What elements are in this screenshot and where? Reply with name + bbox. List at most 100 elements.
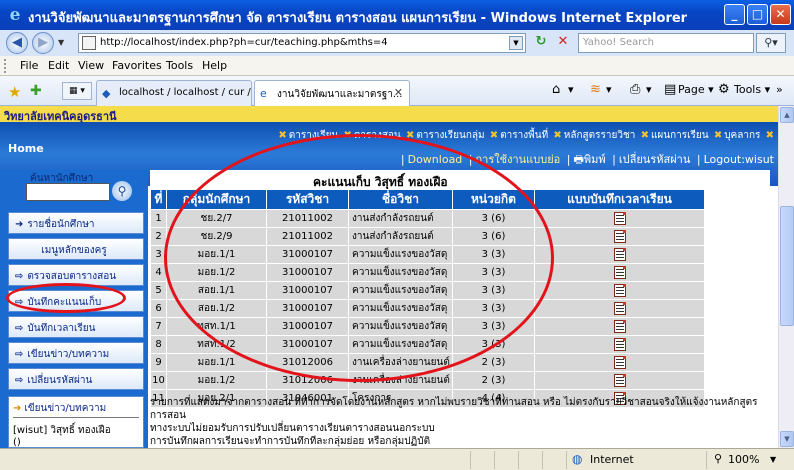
sidebar-item-label: รายชื่อนักศึกษา [27,219,95,230]
address-url: http://localhost/index.php?ph=cur/teachi… [100,37,388,48]
divider [13,417,139,418]
address-toolbar: ◀ ▶ ▼ http://localhost/index.php?ph=cur/… [0,30,794,56]
attendance-form-icon[interactable] [613,248,626,261]
attendance-form-icon[interactable] [613,284,626,297]
menu-file[interactable]: File [20,59,38,72]
address-dropdown-icon[interactable]: ▼ [509,36,523,50]
print-dropdown-icon[interactable]: ▾ [646,83,652,96]
page-icon: ▤ [664,82,677,97]
sidebar-item-change-password[interactable]: ⇨ เปลี่ยนรหัสผ่าน [8,368,144,390]
change-password-link[interactable]: เปลี่ยนรหัสผ่าน [619,153,690,166]
nav-staff[interactable]: บุคลากร [724,130,760,141]
nav-area-timetable[interactable]: ตารางพื้นที่ [500,130,548,141]
toolbar-overflow-icon[interactable]: » [776,83,783,96]
attendance-form-icon[interactable] [613,212,626,225]
attendance-form-icon[interactable] [613,320,626,333]
arrow-right-icon: ⇨ [15,271,24,282]
zoom-level[interactable]: 100% [728,453,759,466]
cell-no: 9 [150,353,167,372]
address-input[interactable]: http://localhost/index.php?ph=cur/teachi… [78,33,526,53]
quick-tabs-icon[interactable]: ▦ ▾ [62,82,92,100]
refresh-icon[interactable]: ↻ [532,34,550,52]
scroll-thumb[interactable] [780,206,794,326]
site-header: วิทยาลัยเทคนิคอุดรธานี [0,106,778,123]
search-icon[interactable]: ⚲ [112,181,132,201]
student-search-input[interactable] [26,183,110,201]
home-icon[interactable]: ⌂ [552,82,560,97]
attendance-form-icon[interactable] [613,266,626,279]
favorites-star-icon[interactable]: ★ [8,83,21,101]
tab-current[interactable]: e งานวิจัยพัฒนาและมาตรฐา... ✕ [254,80,410,106]
table-row: 10 มอย.1/2 31012006 งานเครื่องล่างยานยนต์ 2 … [150,371,705,390]
menu-view[interactable]: View [78,59,104,72]
nav-group-timetable[interactable]: ตารางเรียนกลุ่ม [416,130,484,141]
attendance-form-icon[interactable] [613,374,626,387]
home-link[interactable]: Home [8,142,44,155]
tab-label: งานวิจัยพัฒนาและมาตรฐา... [277,89,403,100]
search-button[interactable]: ⚲▾ [756,33,786,53]
ie-logo-icon: e [9,5,21,25]
arrow-right-icon: ➜ [15,219,24,230]
attendance-form-cell [534,209,705,228]
sidebar-item-label: ตรวจสอบตารางสอน [27,271,117,282]
attendance-form-icon[interactable] [613,338,626,351]
stop-icon[interactable]: ✕ [554,34,572,52]
recent-pages-chevron-icon[interactable]: ▼ [58,38,64,47]
zoom-dropdown-icon[interactable]: ▼ [770,455,776,464]
tab-localhost[interactable]: ◆ localhost / localhost / cur / us... [96,80,252,106]
cell-no: 1 [150,209,167,228]
menu-help[interactable]: Help [202,59,227,72]
search-input[interactable]: Yahoo! Search [578,33,754,53]
page-icon [82,36,96,50]
sidebar-item-write-news[interactable]: ⇨ เขียนข่าว/บทความ [8,342,144,364]
attendance-form-icon[interactable] [613,302,626,315]
page-menu[interactable]: Page ▾ [678,83,714,96]
scroll-up-icon[interactable]: ▲ [780,107,794,123]
feeds-dropdown-icon[interactable]: ▾ [606,83,612,96]
cell-no: 6 [150,299,167,318]
title-bar: e งานวิจัยพัฒนาและมาตรฐานการศึกษา จัด ตา… [0,0,794,30]
attendance-form-icon[interactable] [613,230,626,243]
nav-bullet-icon: ✖ [713,130,723,141]
menu-tools[interactable]: Tools [166,59,193,72]
column-header-no: ที่ [150,189,167,210]
arrow-right-icon: ⇨ [15,349,24,360]
close-tab-icon[interactable]: ✕ [394,86,403,99]
tab-toolbar: ★ ✚ ▦ ▾ ◆ localhost / localhost / cur / … [0,76,794,106]
attendance-form-cell [534,299,705,318]
tools-menu[interactable]: Tools ▾ [734,83,770,96]
print-icon[interactable]: ⎙ [630,82,640,97]
window-title: งานวิจัยพัฒนาและมาตรฐานการศึกษา จัด ตารา… [28,11,688,26]
scroll-down-icon[interactable]: ▼ [780,431,794,447]
sidebar-item-label: บันทึกเวลาเรียน [27,323,96,334]
vertical-scrollbar[interactable]: ▲ ▼ [778,106,794,448]
print-link[interactable]: พิมพ์ [584,153,606,166]
close-button[interactable]: ✕ [770,4,791,25]
home-dropdown-icon[interactable]: ▾ [568,83,574,96]
cell-group: มอย.1/2 [166,371,267,390]
forward-button[interactable]: ▶ [32,32,54,54]
sidebar-item-record-attendance[interactable]: ⇨ บันทึกเวลาเรียน [8,316,144,338]
nav-study-plan[interactable]: แผนการเรียน [651,130,709,141]
column-header-attendance-form: แบบบันทึกเวลาเรียน [534,189,705,210]
feeds-icon[interactable]: ≋ [590,82,601,97]
menu-edit[interactable]: Edit [48,59,69,72]
maximize-button[interactable]: □ [747,4,768,25]
zoom-icon[interactable]: ⚲ [714,452,722,465]
arrow-right-icon: ⇨ [15,323,24,334]
attendance-form-cell [534,281,705,300]
manual-link[interactable]: การใช้งานแบบย่อ [476,153,561,166]
attendance-form-icon[interactable] [613,356,626,369]
add-favorite-icon[interactable]: ✚ [30,83,42,99]
nav-curriculum[interactable]: หลักสูตรรายวิชา [564,130,636,141]
minimize-button[interactable]: _ [724,4,745,25]
logout-link[interactable]: Logout:wisut [704,153,774,166]
menu-favorites[interactable]: Favorites [112,59,162,72]
cell-no: 10 [150,371,167,390]
news-panel-header[interactable]: ➜ เขียนข่าว/บทความ [13,401,106,416]
status-bar: ◍ Internet ⚲ 100% ▼ [0,448,794,470]
sidebar-item-student-list[interactable]: ➜ รายชื่อนักศึกษา [8,212,144,234]
sidebar-item-teacher-menu[interactable]: เมนูหลักของครู [8,238,144,260]
news-panel: ➜ เขียนข่าว/บทความ [wisut] วิสุทธิ์ ทองเฝ… [8,396,144,448]
back-button[interactable]: ◀ [6,32,28,54]
